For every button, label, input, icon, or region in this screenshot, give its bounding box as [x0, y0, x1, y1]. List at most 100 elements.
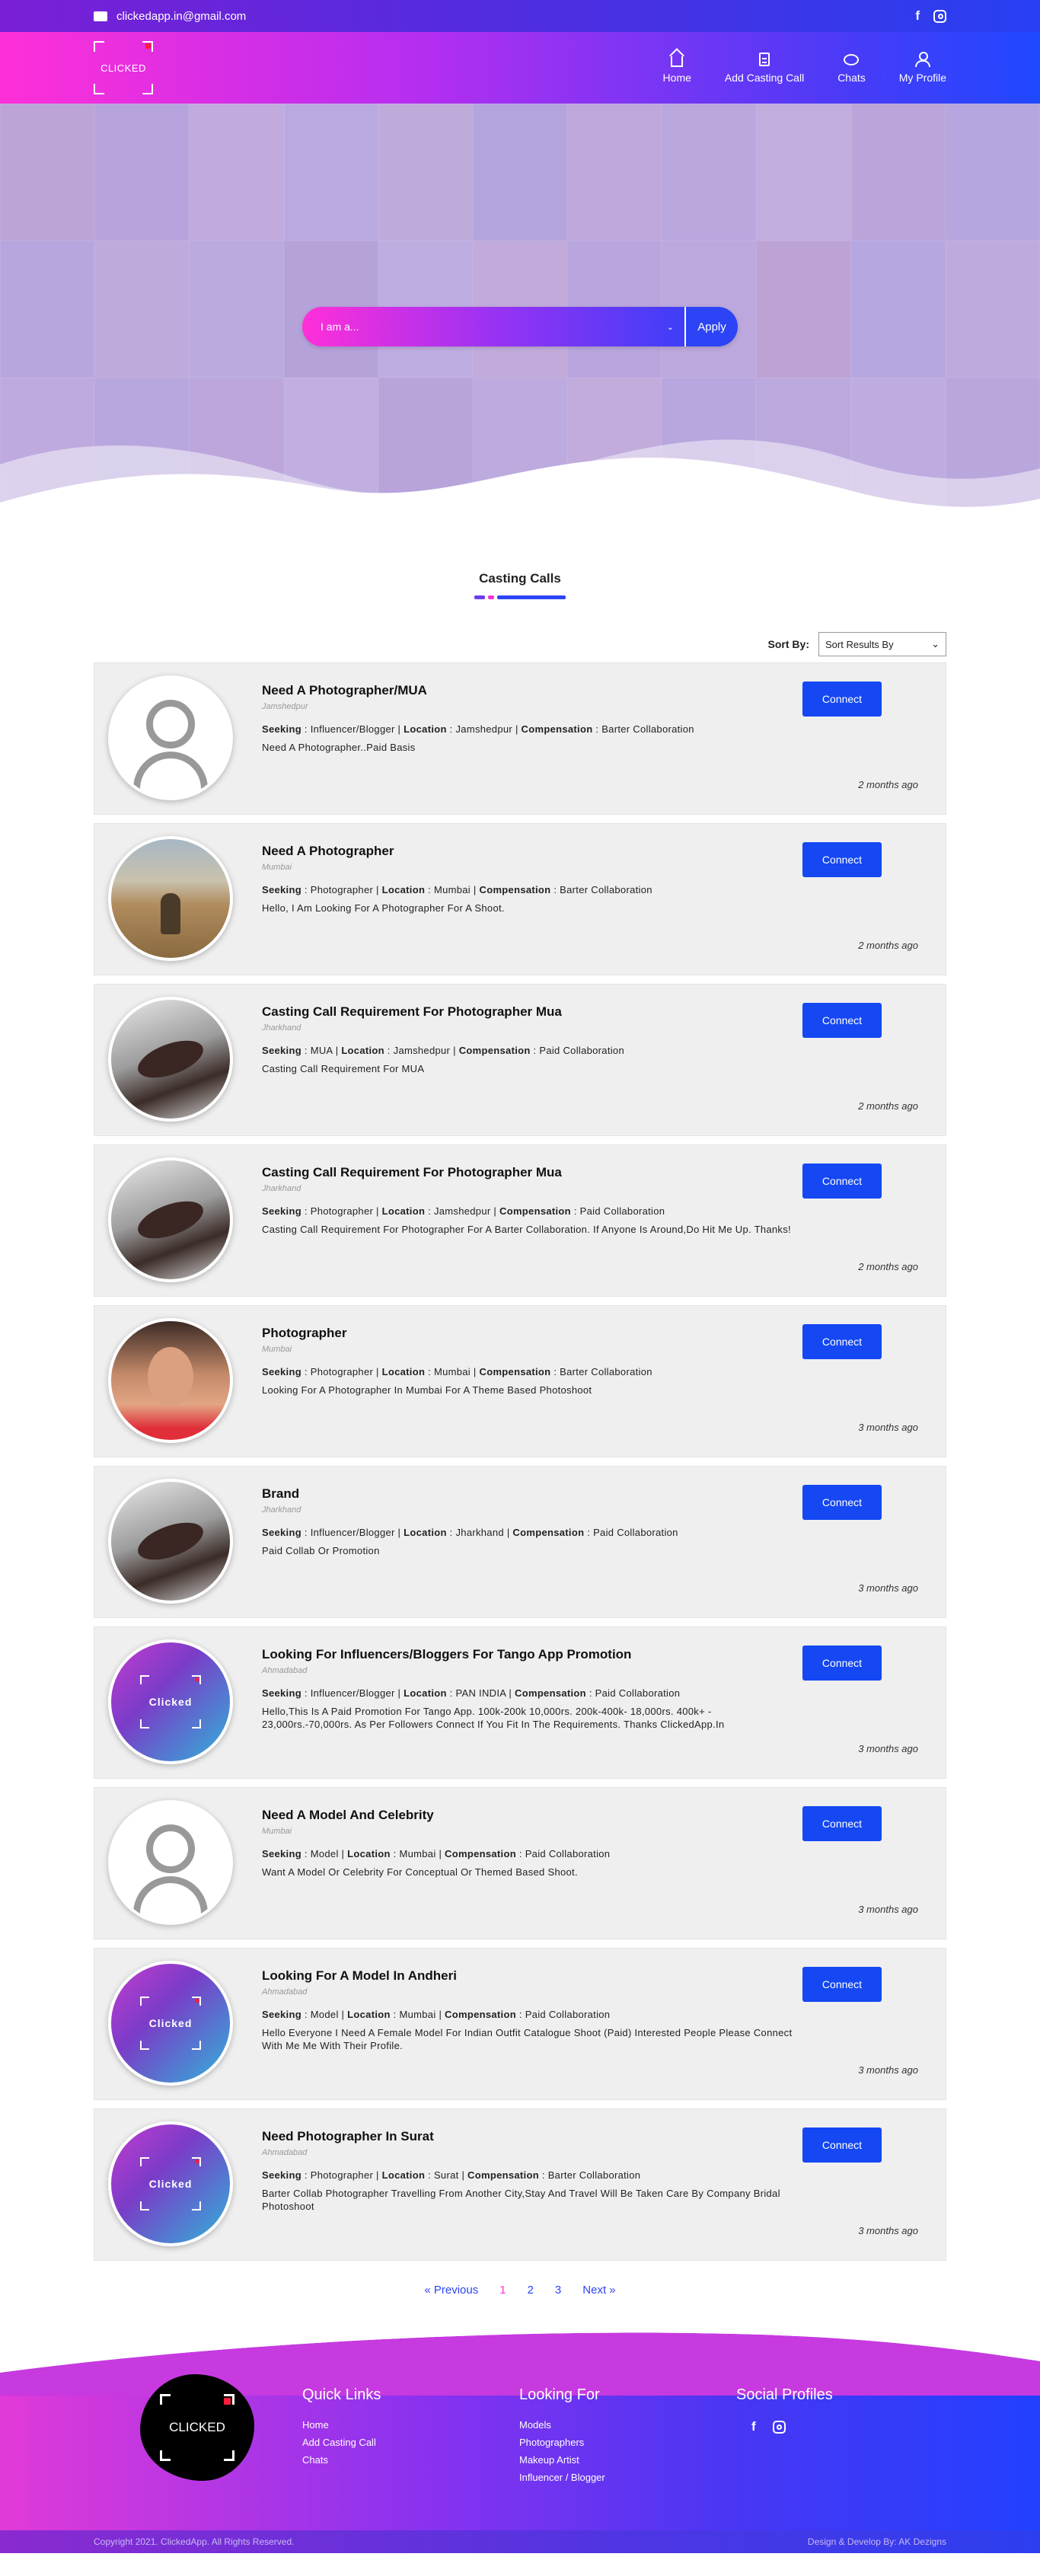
connect-button[interactable]: Connect	[802, 682, 882, 717]
profile-avatar[interactable]	[108, 1479, 233, 1604]
footer-link-chats[interactable]: Chats	[302, 2454, 381, 2466]
top-bar: clickedapp.in@gmail.com f	[0, 0, 1040, 32]
card-place: Jamshedpur	[262, 702, 308, 711]
connect-button[interactable]: Connect	[802, 1485, 882, 1520]
footer-link-photographers[interactable]: Photographers	[519, 2437, 605, 2448]
card-location: Jamshedpur	[455, 723, 513, 735]
connect-button[interactable]: Connect	[802, 1806, 882, 1841]
profile-avatar[interactable]: Clicked	[108, 1639, 233, 1764]
page-link-3[interactable]: 3	[555, 2284, 561, 2297]
quick-links: Quick Links Home Add Casting Call Chats	[302, 2386, 381, 2472]
card-place: Ahmadabad	[262, 2148, 308, 2157]
card-meta: Seeking : Photographer | Location : Sura…	[262, 2169, 641, 2181]
role-search: I am a... ⌄ Apply	[302, 307, 738, 346]
connect-button[interactable]: Connect	[802, 1164, 882, 1199]
profile-avatar[interactable]	[108, 1157, 233, 1282]
apply-button[interactable]: Apply	[684, 307, 738, 346]
profile-avatar[interactable]	[108, 1800, 233, 1925]
connect-button[interactable]: Connect	[802, 1324, 882, 1359]
page-link-2[interactable]: 2	[528, 2284, 534, 2297]
footer-wave	[0, 2327, 1040, 2396]
facebook-icon[interactable]: f	[751, 2419, 756, 2434]
facebook-icon[interactable]: f	[915, 8, 920, 24]
casting-call-card: Casting Call Requirement For Photographe…	[94, 984, 946, 1136]
footer-link-models[interactable]: Models	[519, 2419, 605, 2431]
sort-select[interactable]: Sort Results By ⌄	[818, 632, 946, 656]
site-footer: CLICKED Quick Links Home Add Casting Cal…	[0, 2327, 1040, 2553]
card-title[interactable]: Need A Photographer	[262, 844, 795, 859]
connect-button[interactable]: Connect	[802, 1967, 882, 2002]
card-title[interactable]: Brand	[262, 1486, 795, 1502]
card-title[interactable]: Casting Call Requirement For Photographe…	[262, 1004, 795, 1020]
footer-link-influencer[interactable]: Influencer / Blogger	[519, 2472, 605, 2483]
instagram-icon[interactable]	[933, 9, 946, 23]
footer-link-home[interactable]: Home	[302, 2419, 381, 2431]
instagram-icon[interactable]	[772, 2420, 786, 2434]
card-timestamp: 2 months ago	[858, 1100, 918, 1112]
nav-add-casting-call-label: Add Casting Call	[724, 72, 805, 84]
card-compensation: Paid Collaboration	[579, 1205, 665, 1217]
card-place: Jharkhand	[262, 1184, 301, 1193]
nav-home[interactable]: Home	[663, 52, 691, 84]
nav-chats[interactable]: Chats	[837, 52, 866, 84]
card-timestamp: 3 months ago	[858, 2064, 918, 2076]
footer-logo[interactable]: CLICKED	[140, 2374, 254, 2481]
card-place: Ahmadabad	[262, 1987, 308, 1997]
site-logo[interactable]: CLICKED	[94, 41, 153, 94]
connect-button[interactable]: Connect	[802, 842, 882, 877]
card-title[interactable]: Looking For Influencers/Bloggers For Tan…	[262, 1647, 795, 1662]
card-compensation: Barter Collaboration	[547, 2169, 641, 2181]
profile-avatar[interactable]	[108, 836, 233, 961]
connect-button[interactable]: Connect	[802, 1646, 882, 1681]
footer-link-makeup-artist[interactable]: Makeup Artist	[519, 2454, 605, 2466]
profile-avatar[interactable]: Clicked	[108, 1961, 233, 2086]
casting-call-card: Need A Photographer/MUA Jamshedpur Seeking…	[94, 662, 946, 815]
nav-my-profile[interactable]: My Profile	[899, 52, 946, 84]
nav-add-casting-call[interactable]: Add Casting Call	[725, 52, 804, 84]
profile-avatar[interactable]: Clicked	[108, 2121, 233, 2246]
card-location: Jamshedpur	[433, 1205, 491, 1217]
card-seeking: Photographer	[310, 1205, 374, 1217]
nav-my-profile-label: My Profile	[898, 72, 946, 84]
card-title[interactable]: Casting Call Requirement For Photographe…	[262, 1165, 795, 1180]
card-title[interactable]: Photographer	[262, 1326, 795, 1341]
card-compensation: Barter Collaboration	[560, 1366, 652, 1377]
footer-link-add-casting-call[interactable]: Add Casting Call	[302, 2437, 381, 2448]
casting-call-card: Casting Call Requirement For Photographe…	[94, 1144, 946, 1297]
card-timestamp: 2 months ago	[858, 1261, 918, 1272]
sort-bar: Sort By: Sort Results By ⌄	[94, 632, 946, 656]
card-place: Ahmadabad	[262, 1666, 308, 1675]
card-title[interactable]: Need A Model And Celebrity	[262, 1808, 795, 1823]
chevron-down-icon: ⌄	[931, 638, 940, 650]
card-timestamp: 2 months ago	[858, 779, 918, 790]
profile-avatar[interactable]	[108, 1318, 233, 1443]
card-place: Mumbai	[262, 1827, 292, 1836]
card-compensation: Paid Collaboration	[593, 1527, 678, 1538]
card-title[interactable]: Looking For A Model In Andheri	[262, 1968, 795, 1984]
profile-avatar[interactable]	[108, 675, 233, 800]
card-location: Mumbai	[433, 1366, 471, 1377]
casting-call-card: Photographer Mumbai Seeking : Photographer…	[94, 1305, 946, 1457]
quick-links-title: Quick Links	[302, 2386, 381, 2403]
contact-email[interactable]: clickedapp.in@gmail.com	[94, 10, 246, 23]
nav-home-label: Home	[662, 72, 691, 84]
prev-page-link[interactable]: « Previous	[424, 2284, 478, 2297]
card-description: Barter Collab Photographer Travelling Fr…	[262, 2188, 780, 2212]
card-compensation: Barter Collaboration	[601, 723, 694, 735]
connect-button[interactable]: Connect	[802, 2128, 882, 2163]
card-place: Jharkhand	[262, 1023, 301, 1033]
social-profiles: Social Profiles f	[736, 2386, 833, 2434]
casting-call-card: Clicked Need Photographer In Surat Ahmadab…	[94, 2108, 946, 2261]
next-page-link[interactable]: Next »	[582, 2284, 615, 2297]
role-select[interactable]: I am a... ⌄	[302, 307, 684, 346]
connect-button[interactable]: Connect	[802, 1003, 882, 1038]
card-compensation: Paid Collaboration	[539, 1045, 624, 1056]
profile-avatar[interactable]	[108, 997, 233, 1122]
casting-call-card: Clicked Looking For Influencers/Bloggers …	[94, 1626, 946, 1779]
document-icon	[759, 53, 770, 66]
logo-text: CLICKED	[100, 62, 146, 74]
card-seeking: Model	[310, 1848, 339, 1859]
card-title[interactable]: Need A Photographer/MUA	[262, 683, 795, 698]
card-title[interactable]: Need Photographer In Surat	[262, 2129, 795, 2144]
page-link-1[interactable]: 1	[499, 2284, 506, 2297]
